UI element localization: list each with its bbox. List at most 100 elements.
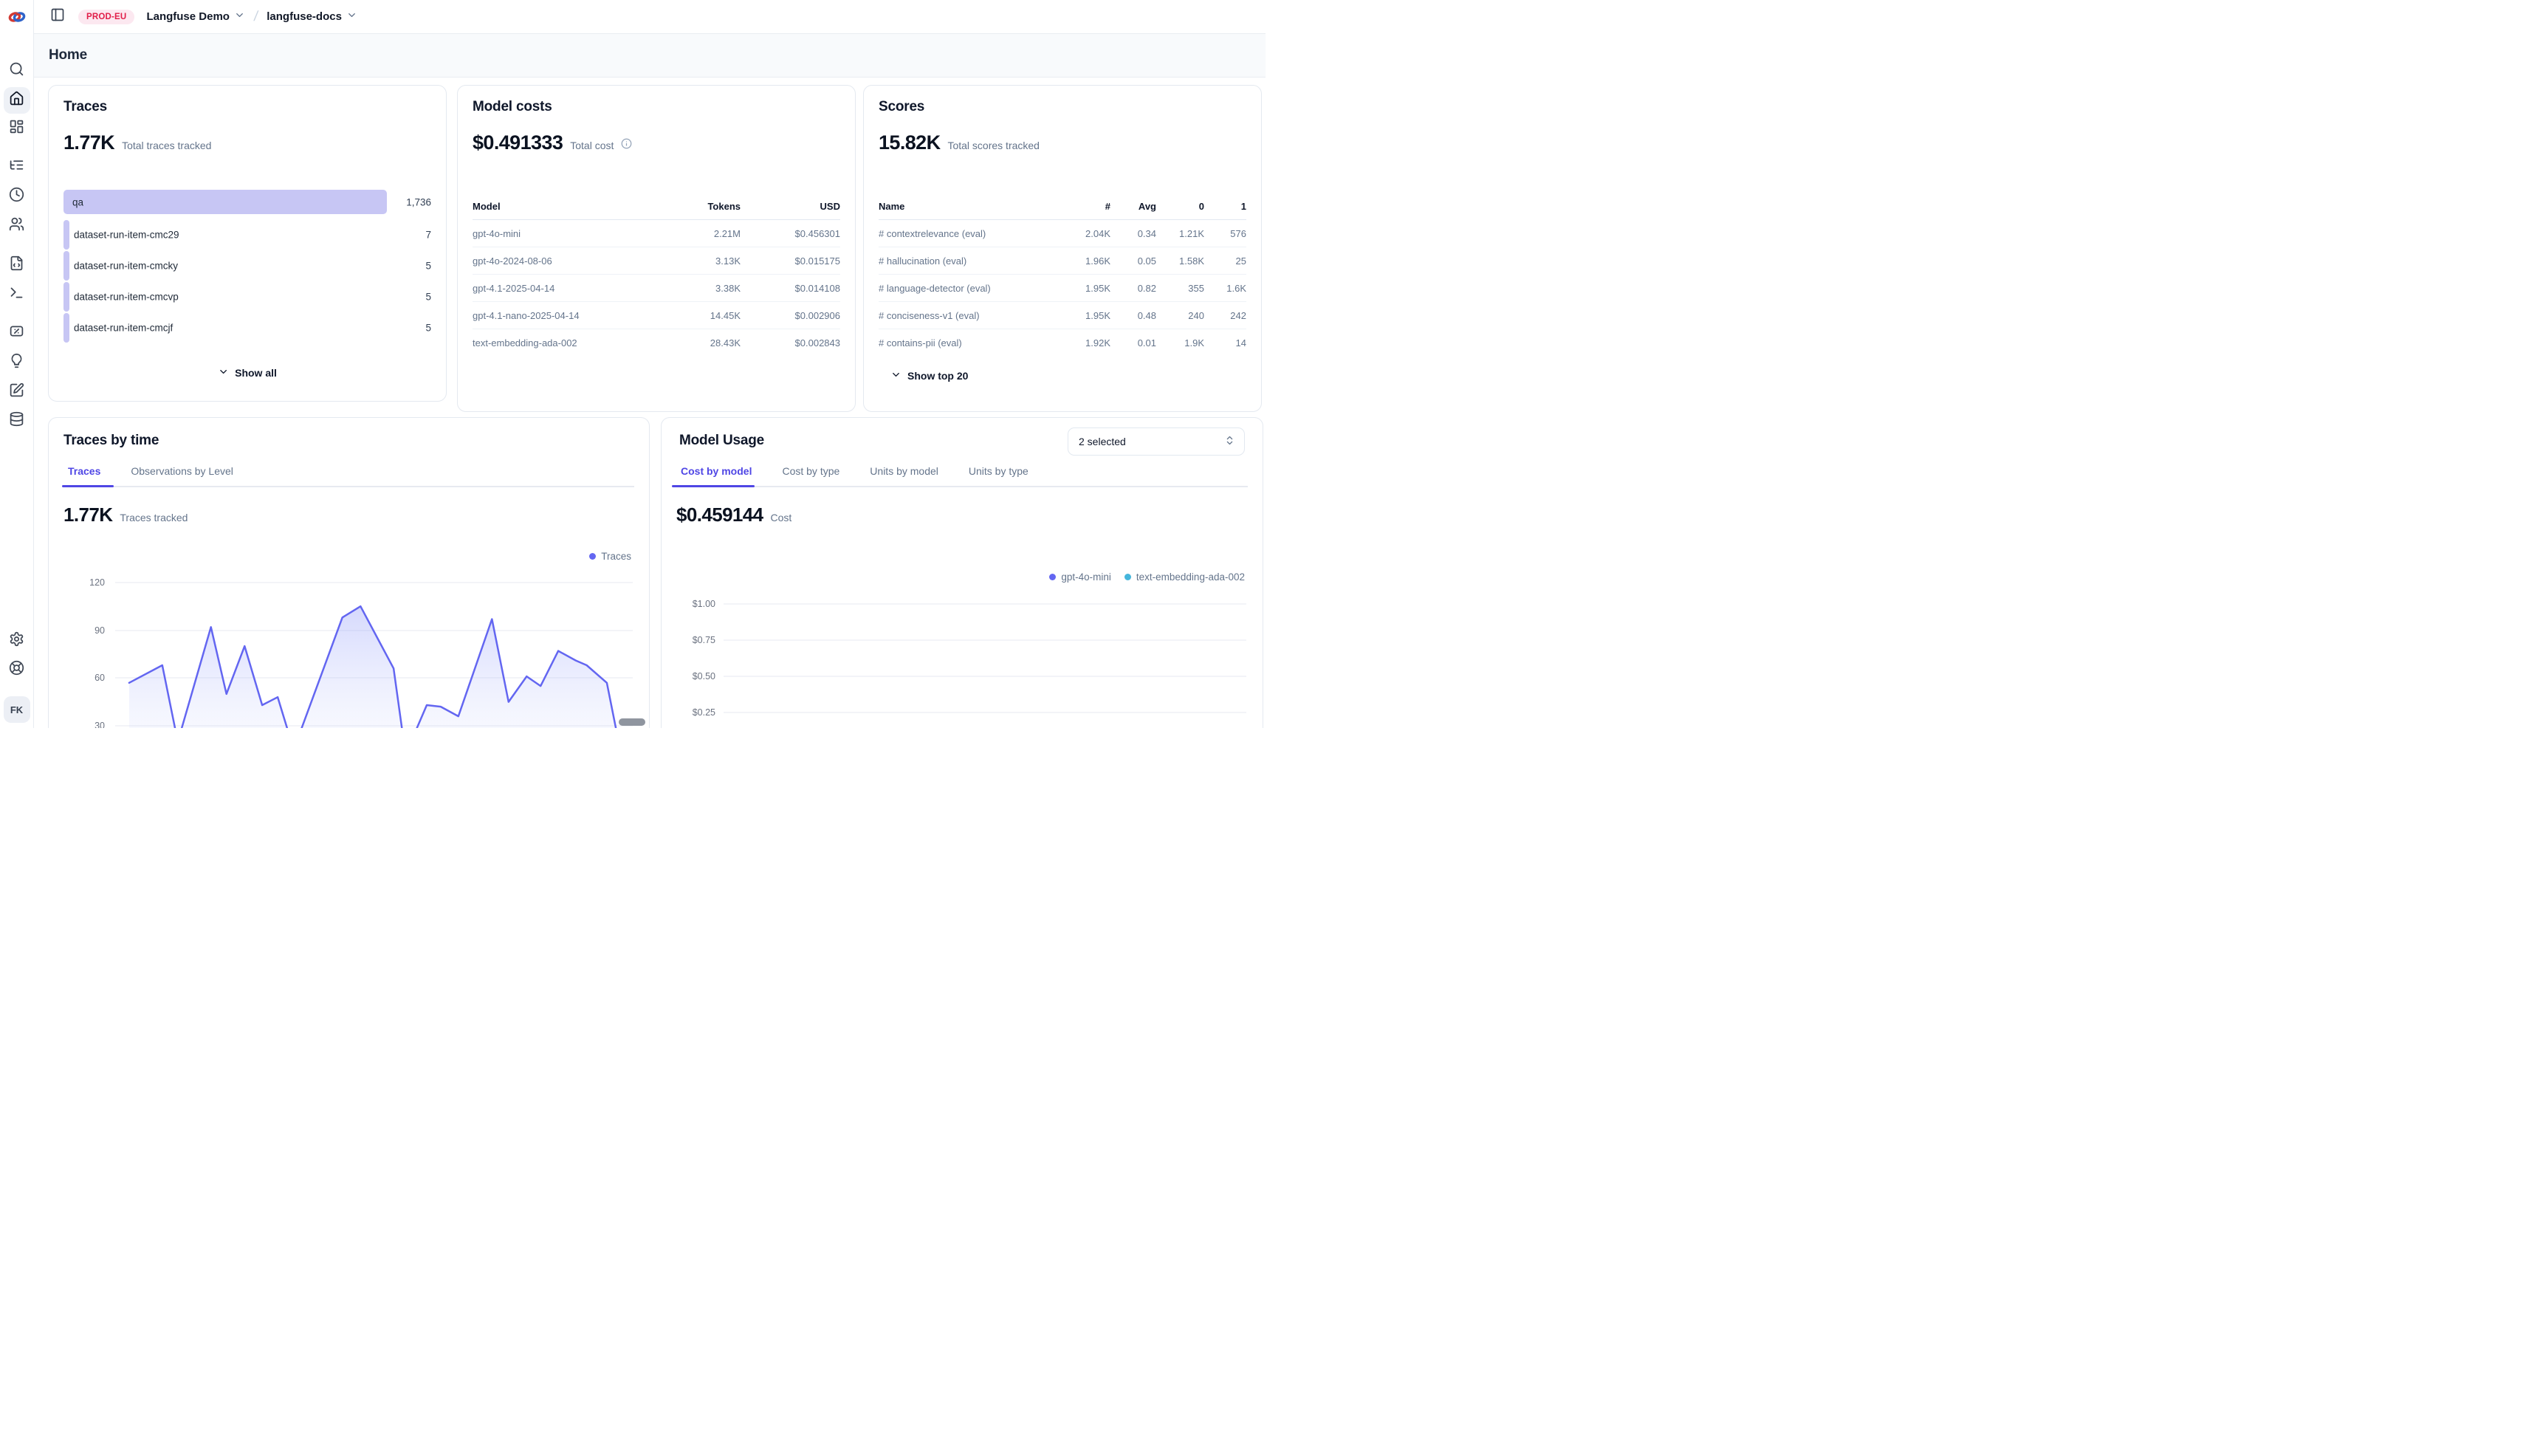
sidebar-item-users[interactable] [4, 213, 30, 239]
search-icon [9, 61, 24, 80]
table-row: gpt-4o-mini 2.21M $0.456301 [473, 220, 840, 247]
sidebar-item-prompts[interactable] [4, 252, 30, 278]
table-row: text-embedding-ada-002 28.43K $0.002843 [473, 329, 840, 357]
bar-label: dataset-run-item-cmcky [74, 261, 178, 272]
model-costs-card: Model costs $0.491333 Total cost Model T… [457, 85, 856, 412]
bar-fill [63, 313, 69, 343]
score-count: 1.95K [1068, 310, 1110, 321]
sidebar-item-datasets[interactable] [4, 408, 30, 434]
bar-label: dataset-run-item-cmcjf [74, 323, 173, 334]
traces-time-chart: 120906030 [49, 418, 649, 728]
sidebar-item-sessions[interactable] [4, 183, 30, 210]
dashboard-icon [9, 119, 24, 138]
sidebar-item-home[interactable] [4, 87, 30, 114]
info-icon[interactable] [621, 138, 632, 153]
bar-value: 5 [425, 292, 431, 303]
y-axis-tick: 90 [61, 625, 105, 636]
org-switcher[interactable]: Langfuse Demo [146, 10, 245, 24]
show-all-button[interactable]: Show all [218, 366, 277, 380]
sidebar-item-tracing[interactable] [4, 154, 30, 180]
scores-total-label: Total scores tracked [947, 140, 1040, 151]
table-row: # hallucination (eval) 1.96K 0.05 1.58K … [879, 247, 1246, 275]
sidebar-item-search[interactable] [4, 58, 30, 84]
show-all-label: Show all [235, 367, 277, 379]
home-icon [9, 91, 24, 110]
bar-label: dataset-run-item-cmc29 [74, 230, 179, 241]
model-name: gpt-4o-mini [473, 228, 656, 239]
sidebar-item-playground[interactable] [4, 281, 30, 308]
bar-value: 7 [425, 230, 431, 241]
model-tokens: 3.13K [656, 255, 741, 267]
show-top-20-label: Show top 20 [907, 370, 968, 382]
scores-table: Name # Avg 0 1 # contextrelevance (eval)… [879, 193, 1246, 357]
y-axis-tick: 60 [61, 673, 105, 683]
clock-icon [9, 187, 24, 206]
y-axis-tick: 30 [61, 721, 105, 728]
project-switcher[interactable]: langfuse-docs [267, 10, 357, 24]
model-name: gpt-4o-2024-08-06 [473, 255, 656, 267]
database-icon [9, 411, 24, 430]
score-count: 1.95K [1068, 283, 1110, 294]
model-tokens: 3.38K [656, 283, 741, 294]
model-name: text-embedding-ada-002 [473, 337, 656, 348]
model-usd: $0.002906 [741, 310, 840, 321]
bar-value: 5 [425, 323, 431, 334]
scores-total: 15.82K [879, 131, 940, 154]
table-body: gpt-4o-mini 2.21M $0.456301 gpt-4o-2024-… [473, 220, 840, 357]
table-row: # contains-pii (eval) 1.92K 0.01 1.9K 14 [879, 329, 1246, 357]
col-zero: 0 [1156, 201, 1204, 212]
sidebar-toggle-button[interactable] [49, 8, 66, 26]
table-body: # contextrelevance (eval) 2.04K 0.34 1.2… [879, 220, 1246, 357]
score-count: 2.04K [1068, 228, 1110, 239]
score-one: 1.6K [1204, 283, 1246, 294]
bar-label: dataset-run-item-cmcvp [74, 292, 179, 303]
model-usd: $0.014108 [741, 283, 840, 294]
bar-value: 5 [425, 261, 431, 272]
score-one: 25 [1204, 255, 1246, 267]
score-name: # hallucination (eval) [879, 255, 1068, 267]
col-name: Name [879, 201, 1068, 212]
traces-total-label: Total traces tracked [122, 140, 211, 151]
chevron-down-icon [890, 369, 902, 382]
score-avg: 0.48 [1110, 310, 1156, 321]
model-tokens: 2.21M [656, 228, 741, 239]
score-one: 14 [1204, 337, 1246, 348]
score-avg: 0.01 [1110, 337, 1156, 348]
panel-left-icon [50, 7, 65, 26]
score-zero: 1.9K [1156, 337, 1204, 348]
environment-badge: PROD-EU [78, 10, 134, 24]
sidebar-item-dashboards[interactable] [4, 115, 30, 142]
score-name: # conciseness-v1 (eval) [879, 310, 1068, 321]
horizontal-scrollbar-thumb[interactable] [619, 718, 645, 726]
sidebar-item-insights[interactable] [4, 349, 30, 376]
show-top-20-button[interactable]: Show top 20 [890, 369, 968, 382]
score-zero: 1.58K [1156, 255, 1204, 267]
page-title: Home [49, 47, 87, 63]
trace-bar-row: dataset-run-item-cmc29 7 [63, 220, 431, 250]
col-avg: Avg [1110, 201, 1156, 212]
model-usage-chart: $1.00$0.75$0.50$0.25 [662, 418, 1263, 728]
percent-box-icon [9, 323, 24, 343]
bar-label: qa [72, 196, 83, 207]
sidebar-item-settings[interactable] [4, 628, 30, 654]
sidebar-item-support[interactable] [4, 656, 30, 683]
breadcrumb-separator: / [253, 9, 258, 25]
user-avatar[interactable]: FK [4, 696, 30, 723]
y-axis-tick: $0.50 [671, 671, 715, 681]
square-pen-icon [9, 382, 24, 402]
table-row: gpt-4.1-nano-2025-04-14 14.45K $0.002906 [473, 302, 840, 329]
scores-card: Scores 15.82K Total scores tracked Name … [863, 85, 1262, 412]
table-row: # contextrelevance (eval) 2.04K 0.34 1.2… [879, 220, 1246, 247]
traces-metric: 1.77K Total traces tracked [63, 131, 211, 154]
score-zero: 1.21K [1156, 228, 1204, 239]
model-usd: $0.456301 [741, 228, 840, 239]
table-row: # conciseness-v1 (eval) 1.95K 0.48 240 2… [879, 302, 1246, 329]
card-title: Model costs [473, 99, 552, 115]
langfuse-logo-icon [7, 7, 27, 27]
costs-metric: $0.491333 Total cost [473, 131, 632, 154]
sidebar-item-evaluation[interactable] [4, 320, 30, 346]
col-tokens: Tokens [656, 201, 741, 212]
page-header: Home [34, 34, 1266, 78]
sidebar-item-annotation[interactable] [4, 379, 30, 405]
score-zero: 355 [1156, 283, 1204, 294]
